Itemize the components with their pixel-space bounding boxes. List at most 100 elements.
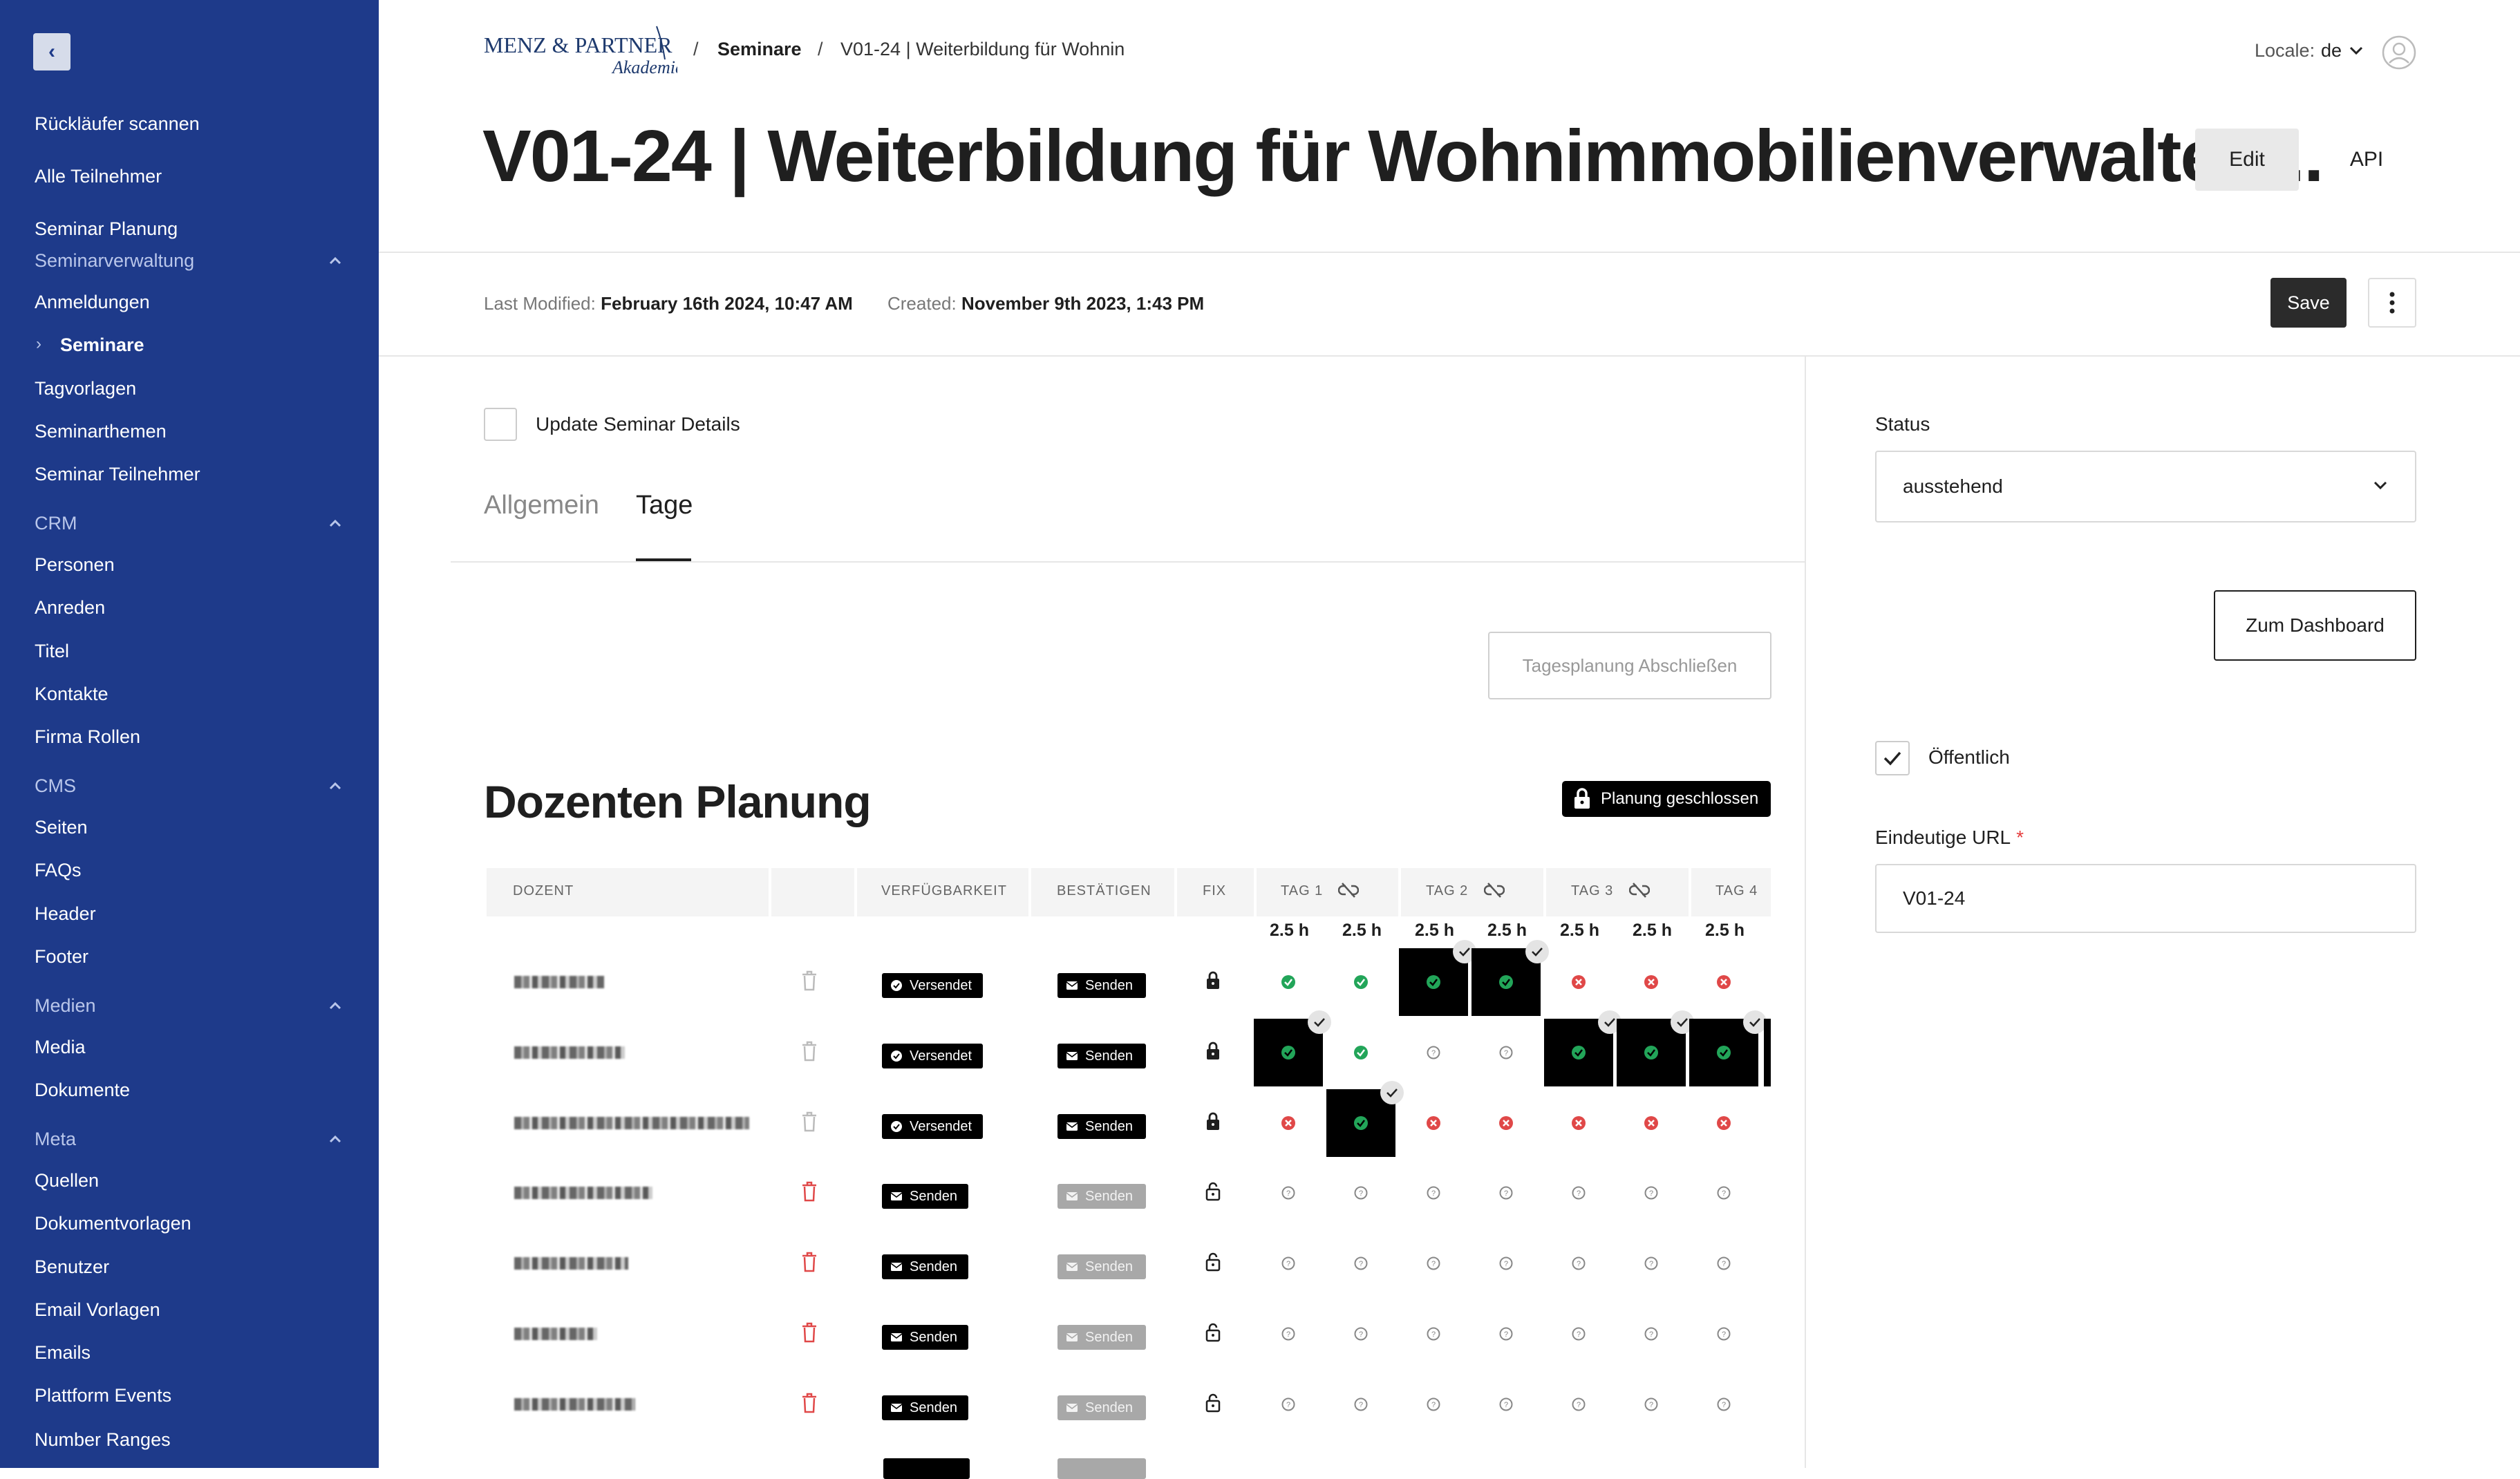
- confirm-button[interactable]: Senden: [1057, 1325, 1146, 1350]
- nav-kontakte[interactable]: Kontakte: [35, 684, 109, 705]
- trash-icon[interactable]: [801, 1110, 818, 1133]
- nav-seminar-teilnehmer[interactable]: Seminar Teilnehmer: [35, 464, 200, 485]
- confirm-button[interactable]: Senden: [1057, 1254, 1146, 1279]
- day-slot-cell[interactable]: [1399, 940, 1476, 1016]
- day-slot-cell[interactable]: ?: [1326, 1300, 1395, 1368]
- day-slot-cell[interactable]: ?: [1617, 1300, 1686, 1368]
- day-slot-cell[interactable]: ?: [1471, 1370, 1541, 1438]
- nav-tagvorlagen[interactable]: Tagvorlagen: [35, 378, 136, 399]
- availability-button-partial[interactable]: [883, 1458, 970, 1479]
- day-slot-cell[interactable]: [1326, 948, 1395, 1016]
- day-slot-cell[interactable]: [1544, 1010, 1621, 1086]
- day-slot-cell[interactable]: [1617, 1010, 1694, 1086]
- nav-seminare[interactable]: Seminare: [60, 335, 144, 356]
- day-slot-cell[interactable]: [1617, 1089, 1686, 1157]
- chevron-up-icon[interactable]: [328, 253, 343, 268]
- day-slot-cell[interactable]: ?: [1617, 1370, 1686, 1438]
- dozent-name-redacted[interactable]: [514, 1257, 628, 1270]
- day-slot-cell[interactable]: ?: [1399, 1370, 1468, 1438]
- nav-seiten[interactable]: Seiten: [35, 817, 88, 838]
- tagesplanung-abschliessen-button[interactable]: Tagesplanung Abschließen: [1488, 632, 1771, 699]
- nav-anreden[interactable]: Anreden: [35, 597, 105, 619]
- day-slot-cell[interactable]: ?: [1326, 1159, 1395, 1227]
- day-slot-cell[interactable]: [1254, 948, 1323, 1016]
- availability-button[interactable]: Senden: [882, 1395, 968, 1420]
- availability-button[interactable]: Versendet: [882, 1114, 983, 1139]
- day-slot-cell[interactable]: ?: [1254, 1370, 1323, 1438]
- day-slot-cell[interactable]: ?: [1399, 1019, 1468, 1086]
- nav-email-vorlagen[interactable]: Email Vorlagen: [35, 1299, 160, 1321]
- availability-button[interactable]: Versendet: [882, 1044, 983, 1068]
- lock-icon[interactable]: [1205, 1181, 1221, 1202]
- trash-icon[interactable]: [801, 1391, 818, 1415]
- lock-icon[interactable]: [1205, 1252, 1221, 1272]
- update-details-checkbox[interactable]: [484, 408, 517, 441]
- lock-icon[interactable]: [1205, 1322, 1221, 1343]
- section-crm[interactable]: CRM: [35, 513, 77, 534]
- nav-titel[interactable]: Titel: [35, 641, 69, 662]
- dozent-name-redacted[interactable]: [514, 1117, 749, 1129]
- lock-icon[interactable]: [1205, 970, 1221, 991]
- nav-media[interactable]: Media: [35, 1037, 86, 1058]
- day-slot-cell[interactable]: ?: [1254, 1300, 1323, 1368]
- nav-emails[interactable]: Emails: [35, 1342, 91, 1364]
- section-meta[interactable]: Meta: [35, 1129, 76, 1150]
- day-slot-cell[interactable]: [1326, 1019, 1395, 1086]
- user-avatar-icon[interactable]: [2382, 35, 2416, 70]
- edit-button[interactable]: Edit: [2195, 129, 2299, 191]
- zum-dashboard-button[interactable]: Zum Dashboard: [2214, 590, 2416, 661]
- day-slot-cell[interactable]: ?: [1544, 1159, 1613, 1227]
- nav-anmeldungen[interactable]: Anmeldungen: [35, 292, 150, 313]
- day-slot-cell-partial[interactable]: [1764, 1019, 1771, 1086]
- dozent-name-redacted[interactable]: [514, 1046, 625, 1059]
- day-slot-cell[interactable]: ?: [1689, 1370, 1758, 1438]
- chevron-up-icon[interactable]: [328, 778, 343, 793]
- day-slot-cell[interactable]: ?: [1471, 1159, 1541, 1227]
- day-slot-cell[interactable]: ?: [1471, 1300, 1541, 1368]
- day-slot-cell[interactable]: ?: [1326, 1370, 1395, 1438]
- confirm-button[interactable]: Senden: [1057, 1114, 1146, 1139]
- day-slot-cell[interactable]: ?: [1544, 1300, 1613, 1368]
- nav-seminar-planung[interactable]: Seminar Planung: [35, 218, 178, 240]
- nav-faqs[interactable]: FAQs: [35, 860, 82, 881]
- confirm-button[interactable]: Senden: [1057, 973, 1146, 998]
- day-slot-cell[interactable]: [1689, 1089, 1758, 1157]
- section-seminarverwaltung[interactable]: Seminarverwaltung: [35, 250, 194, 272]
- chevron-down-icon[interactable]: [2372, 478, 2389, 492]
- day-slot-cell[interactable]: ?: [1617, 1159, 1686, 1227]
- nav-dokumente[interactable]: Dokumente: [35, 1080, 130, 1101]
- availability-button[interactable]: Senden: [882, 1184, 968, 1209]
- day-slot-cell[interactable]: ?: [1471, 1019, 1541, 1086]
- day-slot-cell[interactable]: [1471, 1089, 1541, 1157]
- nav-quellen[interactable]: Quellen: [35, 1170, 99, 1191]
- day-slot-cell[interactable]: [1399, 1089, 1468, 1157]
- lock-icon[interactable]: [1205, 1111, 1221, 1132]
- day-slot-cell[interactable]: ?: [1544, 1370, 1613, 1438]
- day-slot-cell[interactable]: [1326, 1081, 1404, 1157]
- section-medien[interactable]: Medien: [35, 995, 96, 1017]
- nav-dokumentvorlagen[interactable]: Dokumentvorlagen: [35, 1213, 191, 1234]
- day-slot-cell[interactable]: ?: [1254, 1159, 1323, 1227]
- day-slot-cell[interactable]: ?: [1617, 1230, 1686, 1297]
- trash-icon[interactable]: [801, 1321, 818, 1344]
- logo[interactable]: MENZ & PARTNER Akademie: [484, 21, 684, 84]
- nav-header[interactable]: Header: [35, 903, 96, 925]
- day-slot-cell[interactable]: ?: [1399, 1230, 1468, 1297]
- availability-button[interactable]: Senden: [882, 1254, 968, 1279]
- trash-icon[interactable]: [801, 1180, 818, 1203]
- day-slot-cell[interactable]: ?: [1399, 1159, 1468, 1227]
- day-slot-cell[interactable]: [1544, 1089, 1613, 1157]
- availability-button[interactable]: Senden: [882, 1325, 968, 1350]
- dozent-name-redacted[interactable]: [514, 976, 604, 988]
- day-slot-cell[interactable]: ?: [1254, 1230, 1323, 1297]
- lock-icon[interactable]: [1205, 1041, 1221, 1062]
- chevron-up-icon[interactable]: [328, 998, 343, 1013]
- availability-button[interactable]: Versendet: [882, 973, 983, 998]
- tab-allgemein[interactable]: Allgemein: [484, 491, 599, 520]
- day-slot-cell[interactable]: ?: [1689, 1300, 1758, 1368]
- nav-alle-teilnehmer[interactable]: Alle Teilnehmer: [35, 166, 162, 187]
- nav-footer[interactable]: Footer: [35, 946, 88, 968]
- locale-select[interactable]: de: [2321, 40, 2342, 62]
- day-slot-cell[interactable]: ?: [1399, 1300, 1468, 1368]
- dozent-name-redacted[interactable]: [514, 1187, 652, 1199]
